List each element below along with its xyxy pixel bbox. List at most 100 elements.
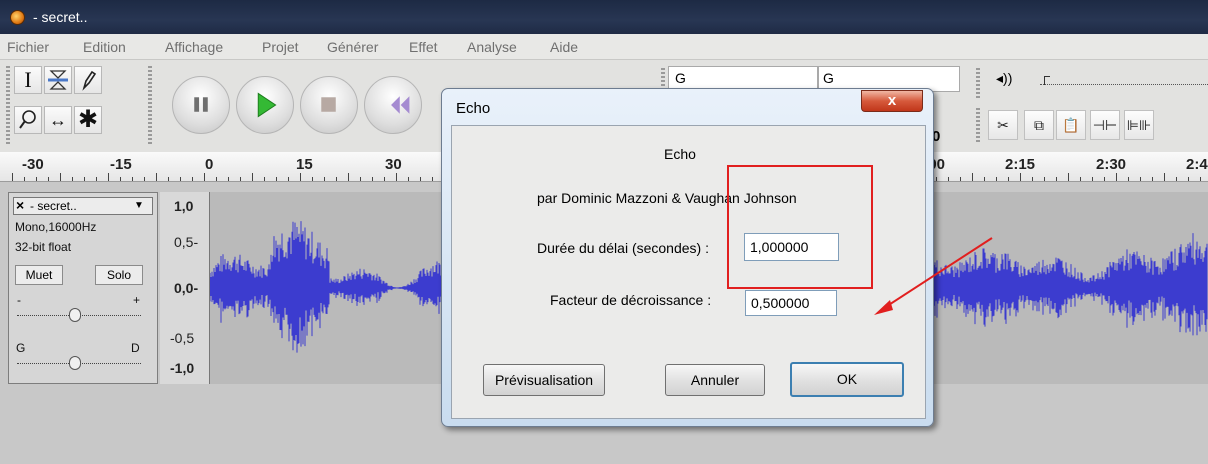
paste-icon[interactable]: 📋 xyxy=(1056,110,1086,140)
menu-edition[interactable]: Edition xyxy=(83,39,126,55)
ruler-tick xyxy=(1068,173,1069,181)
ruler-tick xyxy=(420,177,421,181)
volume-slider[interactable] xyxy=(1040,84,1208,85)
trim-icon[interactable]: ⊣⊢ xyxy=(1090,110,1120,140)
speaker-icon: ◂)) xyxy=(996,70,1013,86)
ruler-tick xyxy=(1080,177,1081,181)
ruler-tick xyxy=(984,177,985,181)
preview-button[interactable]: Prévisualisation xyxy=(483,364,605,396)
menu-effet[interactable]: Effet xyxy=(409,39,438,55)
ruler-tick xyxy=(1116,173,1117,181)
meter-left-label: G xyxy=(675,70,686,86)
ruler-tick xyxy=(180,177,181,181)
amplitude-label: 1,0 xyxy=(174,198,194,214)
skip-start-button[interactable] xyxy=(364,76,422,134)
edit-grip[interactable] xyxy=(976,108,980,142)
selection-tool-icon[interactable]: I xyxy=(14,66,42,94)
ruler-tick xyxy=(408,177,409,181)
ruler-tick xyxy=(1032,177,1033,181)
volume-slider-mark-icon xyxy=(1044,76,1050,85)
ruler-tick xyxy=(192,177,193,181)
ruler-tick xyxy=(156,173,157,181)
amplitude-label: -0,5 xyxy=(170,330,195,346)
pause-button[interactable] xyxy=(172,76,230,134)
menu-bar: Fichier Edition Affichage Projet Générer… xyxy=(0,34,1208,60)
pan-left-label: G xyxy=(16,341,26,355)
zoom-tool-icon[interactable] xyxy=(14,106,42,134)
ruler-tick xyxy=(432,177,433,181)
ruler-tick xyxy=(972,173,973,181)
ruler-tick xyxy=(72,177,73,181)
track-name-dropdown[interactable]: × - secret.. ▼ xyxy=(13,197,153,215)
ruler-tick xyxy=(228,177,229,181)
dialog-title: Echo xyxy=(456,100,491,117)
ruler-label: 2:4 xyxy=(1186,156,1208,173)
mute-button[interactable]: Muet xyxy=(15,265,63,285)
ruler-tick xyxy=(1140,177,1141,181)
ruler-tick xyxy=(312,177,313,181)
menu-projet[interactable]: Projet xyxy=(262,39,299,55)
track-name: - secret.. xyxy=(30,199,77,213)
track-control-panel: × - secret.. ▼ Mono,16000Hz 32-bit float… xyxy=(8,192,158,384)
menu-aide[interactable]: Aide xyxy=(550,39,578,55)
ruler-tick xyxy=(48,177,49,181)
solo-button[interactable]: Solo xyxy=(95,265,143,285)
multi-tool-icon[interactable]: ✱ xyxy=(74,106,102,134)
draw-tool-icon[interactable] xyxy=(74,66,102,94)
ruler-tick xyxy=(1092,177,1093,181)
ruler-tick xyxy=(240,177,241,181)
copy-icon[interactable]: ⧉ xyxy=(1024,110,1054,140)
window-title: - secret.. xyxy=(33,9,88,25)
amplitude-label: -1,0 xyxy=(170,360,195,376)
silence-icon[interactable]: ⊫⊪ xyxy=(1124,110,1154,140)
cut-icon[interactable]: ✂ xyxy=(988,110,1018,140)
menu-analyse[interactable]: Analyse xyxy=(467,39,517,55)
ruler-tick xyxy=(396,173,397,181)
meter-grip[interactable] xyxy=(661,68,665,86)
ruler-tick xyxy=(1188,177,1189,181)
ruler-tick xyxy=(960,177,961,181)
timeshift-tool-icon[interactable]: ↔ xyxy=(44,106,72,134)
toolbar-grip[interactable] xyxy=(6,66,10,146)
ruler-tick xyxy=(348,173,349,181)
ruler-tick xyxy=(372,177,373,181)
ruler-tick xyxy=(1164,173,1165,181)
amplitude-ruler: 1,0 0,5- 0,0- -0,5 -1,0 xyxy=(160,192,210,384)
close-icon[interactable]: x xyxy=(861,90,923,112)
ruler-tick xyxy=(1152,177,1153,181)
ruler-label: 2:15 xyxy=(1005,156,1036,173)
ruler-tick xyxy=(276,177,277,181)
envelope-tool-icon[interactable] xyxy=(44,66,72,94)
menu-affichage[interactable]: Affichage xyxy=(165,39,223,55)
stop-button[interactable] xyxy=(300,76,358,134)
app-icon xyxy=(10,10,25,25)
highlight-box xyxy=(727,165,873,289)
ruler-tick xyxy=(216,177,217,181)
toolbar-grip-2[interactable] xyxy=(148,66,152,146)
gain-slider-thumb[interactable] xyxy=(69,308,81,322)
chevron-down-icon: ▼ xyxy=(134,200,144,211)
ruler-tick xyxy=(288,177,289,181)
ruler-tick xyxy=(252,173,253,181)
ruler-tick xyxy=(384,177,385,181)
gain-minus-label: - xyxy=(17,293,21,307)
cancel-button[interactable]: Annuler xyxy=(665,364,765,396)
decay-label: Facteur de décroissance : xyxy=(550,292,712,308)
ruler-tick xyxy=(1176,177,1177,181)
ruler-tick xyxy=(948,177,949,181)
ruler-tick xyxy=(132,177,133,181)
decay-input[interactable] xyxy=(745,290,837,316)
ruler-tick xyxy=(1200,177,1201,181)
pan-slider-thumb[interactable] xyxy=(69,356,81,370)
ruler-tick xyxy=(24,177,25,181)
ruler-tick xyxy=(60,173,61,181)
mixer-grip[interactable] xyxy=(976,68,980,98)
title-bar: - secret.. xyxy=(0,0,1208,34)
ruler-tick xyxy=(84,177,85,181)
delay-label: Durée du délai (secondes) : xyxy=(537,240,709,256)
ok-button[interactable]: OK xyxy=(790,362,904,397)
ruler-tick xyxy=(144,177,145,181)
play-button[interactable] xyxy=(236,76,294,134)
menu-fichier[interactable]: Fichier xyxy=(7,39,49,55)
menu-generer[interactable]: Générer xyxy=(327,39,378,55)
